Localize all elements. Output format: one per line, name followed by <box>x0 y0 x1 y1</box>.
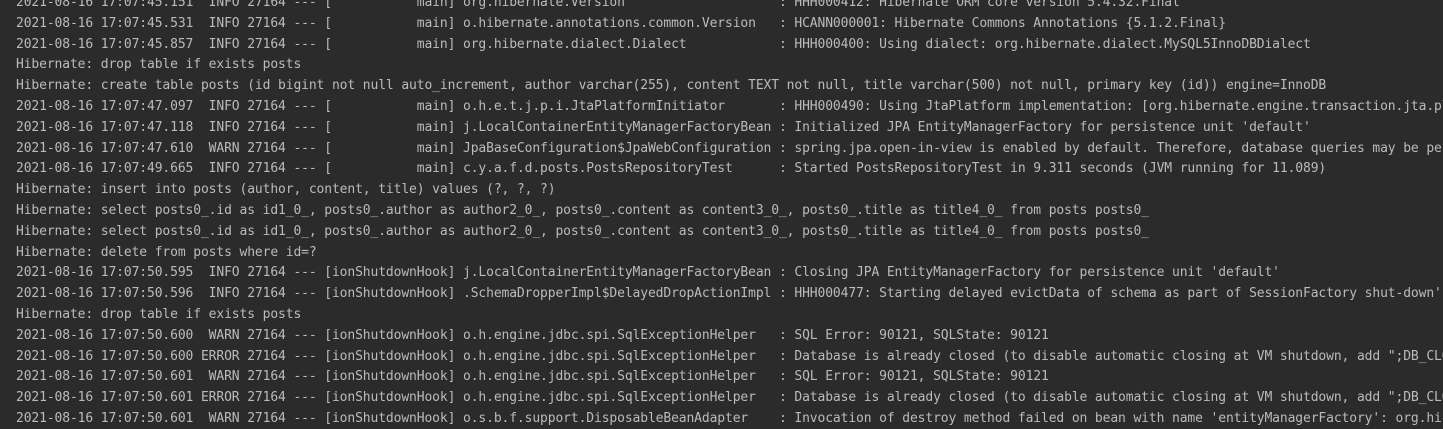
log-line: 2021-08-16 17:07:47.610 WARN 27164 --- [… <box>16 140 1443 156</box>
log-line: Hibernate: create table posts (id bigint… <box>16 78 1327 94</box>
log-line: 2021-08-16 17:07:49.665 INFO 27164 --- [… <box>16 161 1327 177</box>
log-line: 2021-08-16 17:07:50.595 INFO 27164 --- [… <box>16 265 1280 281</box>
log-lines: 2021-08-16 17:07:45.151 INFO 27164 --- [… <box>16 0 1443 429</box>
log-line: 2021-08-16 17:07:45.857 INFO 27164 --- [… <box>16 36 1311 52</box>
log-line: 2021-08-16 17:07:50.601 ERROR 27164 --- … <box>16 390 1443 406</box>
log-line: 2021-08-16 17:07:50.596 INFO 27164 --- [… <box>16 286 1442 302</box>
log-line: 2021-08-16 17:07:50.600 ERROR 27164 --- … <box>16 348 1443 364</box>
log-line: Hibernate: insert into posts (author, co… <box>16 182 556 198</box>
log-line: 2021-08-16 17:07:47.118 INFO 27164 --- [… <box>16 119 1311 135</box>
log-line: Hibernate: select posts0_.id as id1_0_, … <box>16 223 1149 239</box>
log-line: Hibernate: delete from posts where id=? <box>16 244 317 260</box>
log-line: Hibernate: select posts0_.id as id1_0_, … <box>16 202 1149 218</box>
log-line: 2021-08-16 17:07:47.097 INFO 27164 --- [… <box>16 98 1443 114</box>
console-output[interactable]: 2021-08-16 17:07:45.151 INFO 27164 --- [… <box>0 0 1443 429</box>
log-line: Hibernate: drop table if exists posts <box>16 57 302 73</box>
log-line: 2021-08-16 17:07:50.600 WARN 27164 --- [… <box>16 327 1049 343</box>
log-line: 2021-08-16 17:07:50.601 WARN 27164 --- [… <box>16 369 1049 385</box>
log-line: Hibernate: drop table if exists posts <box>16 306 302 322</box>
log-line: 2021-08-16 17:07:45.531 INFO 27164 --- [… <box>16 15 1226 31</box>
log-line: 2021-08-16 17:07:50.601 WARN 27164 --- [… <box>16 410 1443 426</box>
log-line: 2021-08-16 17:07:45.151 INFO 27164 --- [… <box>16 0 1180 10</box>
